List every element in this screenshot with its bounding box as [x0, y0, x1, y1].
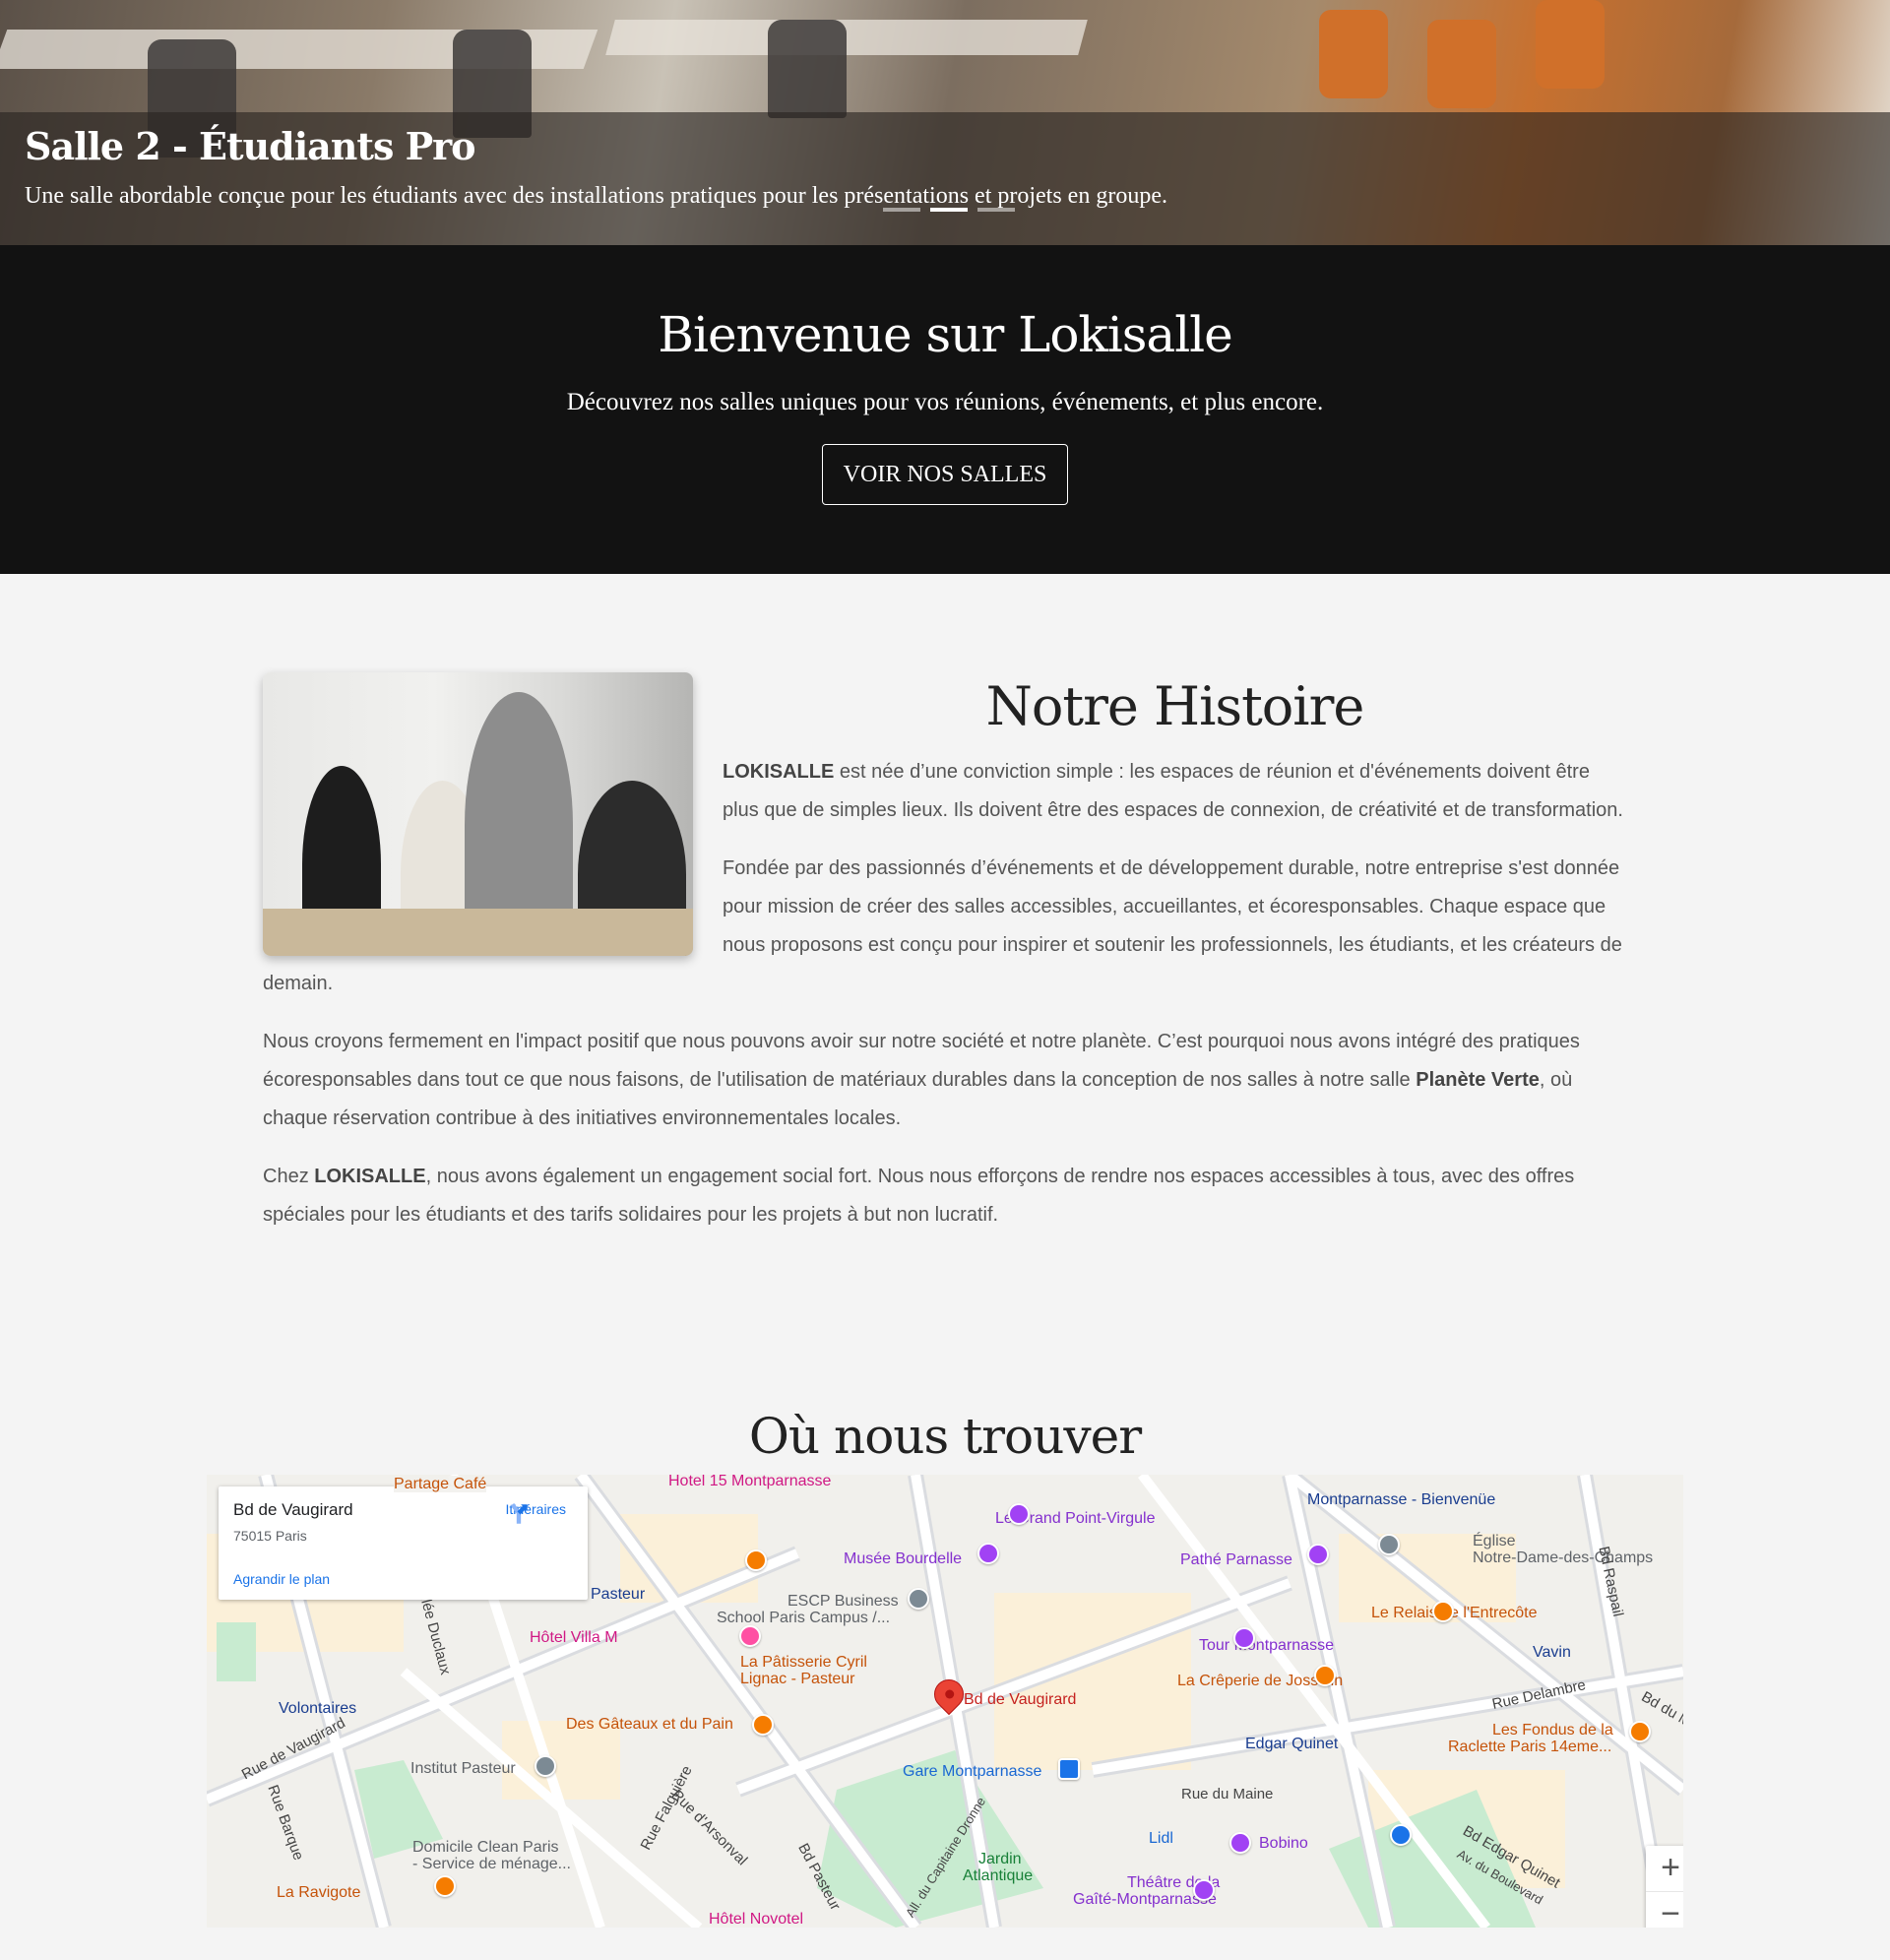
history-paragraph-4: Chez LOKISALLE, nous avons également un … — [263, 1158, 1627, 1234]
carousel-indicator-1[interactable] — [883, 208, 920, 212]
hotel-icon[interactable] — [739, 1625, 761, 1647]
restaurant-icon[interactable] — [434, 1875, 456, 1897]
restaurant-icon[interactable] — [745, 1549, 767, 1571]
carousel-indicator-3[interactable] — [977, 208, 1015, 212]
museum-icon[interactable] — [977, 1543, 999, 1564]
location-title: Où nous trouver — [748, 1408, 1142, 1465]
enlarge-map-link[interactable]: Agrandir le plan — [233, 1571, 330, 1587]
map-label[interactable]: Pasteur — [591, 1586, 645, 1603]
map-label[interactable]: Partage Café — [394, 1476, 487, 1492]
shopping-icon[interactable] — [1390, 1824, 1412, 1846]
google-map[interactable]: Hotel 15 Montparnasse Partage Café Le Gr… — [207, 1475, 1683, 1928]
map-label[interactable]: Bobino — [1259, 1835, 1308, 1852]
restaurant-icon[interactable] — [1629, 1721, 1651, 1742]
street-label: Rue du Maine — [1181, 1786, 1274, 1802]
map-label[interactable]: Pathé Parnasse — [1180, 1551, 1292, 1568]
zoom-controls: + − — [1646, 1846, 1683, 1928]
map-label[interactable]: - Service de ménage... — [412, 1856, 571, 1872]
camera-icon[interactable] — [1233, 1627, 1255, 1649]
map-label[interactable]: Les Fondus de la — [1492, 1722, 1613, 1739]
location-section: Où nous trouver — [0, 1408, 1890, 1465]
place-icon[interactable] — [535, 1755, 556, 1777]
paragraph-text: Chez — [263, 1166, 315, 1187]
map-label[interactable]: Domicile Clean Paris — [412, 1839, 559, 1856]
slide-subtitle: Une salle abordable conçue pour les étud… — [25, 183, 1167, 209]
hero-image-chair — [768, 20, 847, 118]
zoom-in-button[interactable]: + — [1646, 1846, 1683, 1891]
directions-button[interactable]: Itinéraires — [506, 1501, 566, 1524]
place-name: Bd de Vaugirard — [233, 1500, 353, 1519]
map-label[interactable]: Église — [1473, 1533, 1516, 1549]
map-label[interactable]: Jardin — [978, 1851, 1022, 1867]
hero-carousel[interactable]: Salle 2 - Étudiants Pro Une salle aborda… — [0, 0, 1890, 245]
map-label[interactable]: ESCP Business — [788, 1593, 899, 1610]
restaurant-icon[interactable] — [1432, 1601, 1454, 1622]
restaurant-icon[interactable] — [752, 1714, 774, 1736]
map-label[interactable]: School Paris Campus /... — [717, 1610, 890, 1626]
paragraph-text: est née d’une conviction simple : les es… — [723, 761, 1623, 821]
map-label[interactable]: Des Gâteaux et du Pain — [566, 1716, 733, 1733]
map-label[interactable]: Raclette Paris 14eme... — [1448, 1739, 1611, 1755]
history-section: Notre Histoire LOKISALLE est née d’une c… — [0, 574, 1890, 1234]
place-card: Bd de Vaugirard 75015 Paris Agrandir le … — [219, 1486, 588, 1600]
map-label[interactable]: Volontaires — [279, 1700, 356, 1717]
map-label[interactable]: Edgar Quinet — [1245, 1736, 1338, 1752]
hero-image-chair — [1319, 10, 1388, 98]
map-label[interactable]: Notre-Dame-des-Champs — [1473, 1549, 1653, 1566]
map-label[interactable]: Hotel 15 Montparnasse — [668, 1475, 831, 1489]
school-icon[interactable] — [908, 1588, 929, 1610]
map-label[interactable]: Gare Montparnasse — [903, 1763, 1041, 1780]
history-paragraph-3: Nous croyons fermement en l'impact posit… — [263, 1023, 1627, 1138]
place-address: 75015 Paris — [233, 1528, 307, 1544]
theatre-icon[interactable] — [1229, 1832, 1251, 1854]
room-name: Planète Verte — [1416, 1069, 1540, 1091]
hero-image-chair — [1536, 0, 1605, 89]
welcome-section: Bienvenue sur Lokisalle Découvrez nos sa… — [0, 245, 1890, 574]
cinema-icon[interactable] — [1307, 1544, 1329, 1565]
map-label[interactable]: Tour Montparnasse — [1199, 1637, 1334, 1654]
train-station-icon[interactable] — [1058, 1758, 1080, 1780]
welcome-subtitle: Découvrez nos salles uniques pour vos ré… — [566, 389, 1324, 415]
zoom-out-button[interactable]: − — [1646, 1891, 1683, 1928]
slide-title: Salle 2 - Étudiants Pro — [25, 124, 476, 168]
directions-icon — [510, 1502, 528, 1524]
paragraph-text: , nous avons également un engagement soc… — [263, 1166, 1575, 1226]
map-label[interactable]: Musée Bourdelle — [844, 1550, 962, 1567]
map-label[interactable]: Lignac - Pasteur — [740, 1671, 855, 1687]
hero-image-desk — [605, 20, 1088, 55]
map-label[interactable]: La Ravigote — [277, 1884, 360, 1901]
map-label[interactable]: Montparnasse - Bienvenüe — [1307, 1491, 1495, 1508]
map-label[interactable]: Hôtel Novotel — [709, 1911, 803, 1928]
map-label[interactable]: Vavin — [1533, 1644, 1571, 1661]
map-label[interactable]: Atlantique — [963, 1867, 1033, 1884]
welcome-title: Bienvenue sur Lokisalle — [658, 306, 1233, 363]
carousel-indicators — [883, 208, 1015, 212]
marker-label: Bd de Vaugirard — [964, 1691, 1077, 1708]
hero-image-chair — [1427, 20, 1496, 108]
brand-name: LOKISALLE — [314, 1166, 426, 1187]
theatre-icon[interactable] — [1193, 1879, 1215, 1901]
church-icon[interactable] — [1378, 1534, 1400, 1555]
photo-table — [263, 909, 693, 956]
team-photo — [263, 672, 693, 956]
map-label[interactable]: Le Relais de l'Entrecôte — [1371, 1605, 1537, 1621]
map-label[interactable]: Lidl — [1149, 1830, 1173, 1847]
brand-name: LOKISALLE — [723, 761, 835, 783]
restaurant-icon[interactable] — [1314, 1665, 1336, 1686]
carousel-indicator-2[interactable] — [930, 208, 968, 212]
map-label[interactable]: La Pâtisserie Cyril — [740, 1654, 867, 1671]
map-label[interactable]: Institut Pasteur — [410, 1760, 516, 1777]
attraction-icon[interactable] — [1008, 1503, 1030, 1525]
carousel-caption: Salle 2 - Étudiants Pro Une salle aborda… — [0, 112, 1890, 245]
view-rooms-button[interactable]: VOIR NOS SALLES — [822, 444, 1068, 505]
map-label[interactable]: Hôtel Villa M — [530, 1629, 618, 1646]
paragraph-text: Nous croyons fermement en l'impact posit… — [263, 1031, 1580, 1091]
